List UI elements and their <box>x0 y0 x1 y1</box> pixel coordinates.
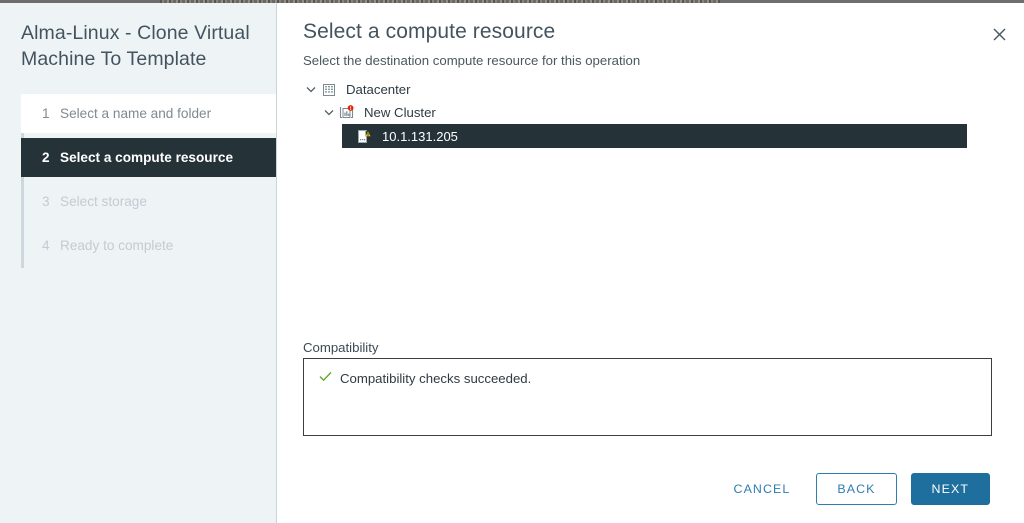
tree-row-selected-host[interactable]: 10.1.131.205 <box>342 124 967 148</box>
page-subtitle: Select the destination compute resource … <box>303 53 641 68</box>
tree-item-label: 10.1.131.205 <box>382 128 458 144</box>
wizard-sidebar: Alma-Linux - Clone Virtual Machine To Te… <box>0 3 277 523</box>
step-3-number: 3 <box>42 194 50 209</box>
compatibility-message: Compatibility checks succeeded. <box>340 371 532 386</box>
step-1-number: 1 <box>42 106 50 121</box>
tree-item-label: Datacenter <box>346 82 411 97</box>
step-2-number: 2 <box>42 150 50 165</box>
wizard-footer: CANCEL BACK NEXT <box>722 473 990 505</box>
tree-row[interactable]: New Cluster <box>303 101 1024 124</box>
wizard-steps: 1 Select a name and folder 2 Select a co… <box>0 94 276 268</box>
host-icon <box>353 129 373 144</box>
sidebar-step-4[interactable]: 4 Ready to complete <box>21 226 276 265</box>
sidebar-step-3[interactable]: 3 Select storage <box>21 182 276 221</box>
tree-item-label: New Cluster <box>364 105 436 120</box>
back-button[interactable]: BACK <box>816 473 897 505</box>
step-4-number: 4 <box>42 238 50 253</box>
clone-vm-wizard: Alma-Linux - Clone Virtual Machine To Te… <box>0 3 1024 523</box>
page-title: Select a compute resource <box>303 20 556 43</box>
chevron-down-icon[interactable] <box>321 109 337 116</box>
compatibility-label: Compatibility <box>303 340 379 355</box>
step-4-label: Ready to complete <box>60 238 174 253</box>
compatibility-message-row: Compatibility checks succeeded. <box>304 359 991 386</box>
step-3-label: Select storage <box>60 194 147 209</box>
chevron-down-icon[interactable] <box>303 86 319 93</box>
compatibility-box: Compatibility checks succeeded. <box>303 358 992 436</box>
datacenter-icon <box>319 83 339 97</box>
wizard-title: Alma-Linux - Clone Virtual Machine To Te… <box>21 22 250 70</box>
tree-row[interactable]: Datacenter <box>303 78 1024 101</box>
sidebar-step-1[interactable]: 1 Select a name and folder <box>21 94 276 133</box>
step-1-label: Select a name and folder <box>60 106 212 121</box>
check-icon <box>317 371 333 382</box>
next-button[interactable]: NEXT <box>910 473 990 505</box>
compute-resource-tree: Datacenter New Cluster 10.1.131.205 <box>277 78 1024 148</box>
sidebar-step-2[interactable]: 2 Select a compute resource <box>21 138 276 177</box>
wizard-main-panel: Select a compute resource Select the des… <box>277 3 1024 523</box>
cancel-button[interactable]: CANCEL <box>722 474 803 504</box>
close-icon[interactable] <box>988 23 1010 45</box>
cluster-icon <box>337 105 357 120</box>
step-2-label: Select a compute resource <box>60 150 234 165</box>
